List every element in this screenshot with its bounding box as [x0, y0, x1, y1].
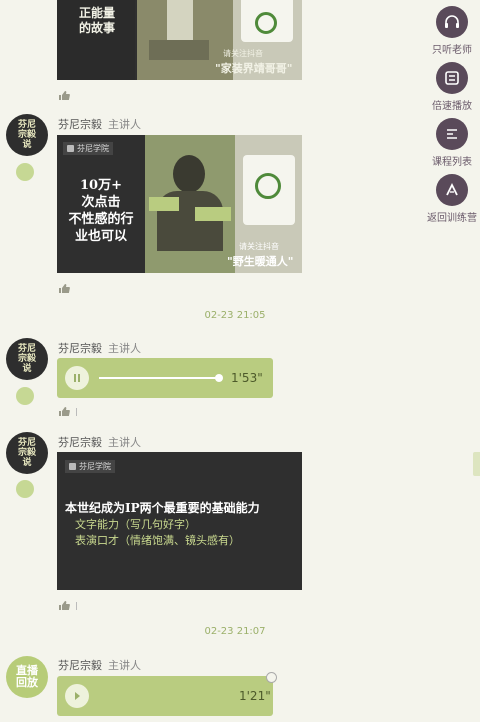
slide-line: 文字能力（写几句好字） [75, 518, 196, 531]
headphones-icon [445, 15, 459, 28]
audio-message[interactable]: 1'21" [57, 672, 277, 716]
audio-duration: 1'53" [231, 371, 263, 385]
like-divider [76, 407, 77, 416]
speed-icon [445, 71, 459, 85]
audio-progress-knob[interactable] [215, 374, 223, 382]
sender-name: 芬尼宗毅 [58, 118, 102, 131]
side-label: 只听老师 [432, 45, 472, 56]
audio-message[interactable]: 1'53" [57, 358, 273, 398]
avatar[interactable]: 芬尼 宗毅 说 [6, 338, 48, 380]
card-text-line: 不性感的行 [68, 212, 134, 227]
sender-name: 芬尼宗毅 [58, 342, 102, 355]
like-row[interactable] [58, 283, 70, 294]
avatar[interactable]: 芬尼 宗毅 说 [6, 114, 48, 156]
thumbs-up-icon[interactable] [58, 283, 70, 294]
account-name: 野生暖通人 [232, 255, 288, 268]
audio-duration: 1'21" [239, 689, 271, 703]
like-divider [76, 601, 77, 610]
back-to-camp-button[interactable]: 返回训练营 [424, 174, 480, 224]
sender-role: 主讲人 [108, 659, 141, 672]
card-logo: 芬尼学院 [77, 144, 109, 153]
role-dot [16, 163, 34, 181]
like-row[interactable] [58, 90, 70, 101]
follow-text: 请关注抖音 [223, 49, 263, 58]
side-label: 课程列表 [432, 157, 472, 168]
pause-button[interactable] [65, 366, 89, 390]
follow-text: 请关注抖音 [239, 242, 279, 251]
sender-role: 主讲人 [108, 436, 141, 449]
image-card[interactable]: 芬尼学院 10万+ 次点击 不性感的行 业也可以 请关注抖音 "野生暖通人" [57, 135, 302, 273]
course-list-button[interactable]: 课程列表 [424, 118, 480, 168]
like-row[interactable] [58, 600, 77, 611]
card-text-line: 的故事 [79, 21, 116, 35]
card-text-line: 10万+ [80, 178, 122, 193]
timestamp: 02-23 21:05 [204, 310, 266, 321]
timestamp: 02-23 21:07 [204, 626, 266, 637]
message-status-icon [266, 672, 277, 683]
side-label: 返回训练营 [427, 213, 477, 224]
avatar[interactable]: 芬尼 宗毅 说 [6, 432, 48, 474]
image-card[interactable]: 芬尼学院 本世纪成为IP两个最重要的基础能力 文字能力（写几句好字） 表演口才（… [57, 452, 302, 590]
back-icon [446, 182, 458, 196]
pause-icon [74, 374, 80, 382]
sender-name: 芬尼宗毅 [58, 659, 102, 672]
listen-teacher-button[interactable]: 只听老师 [424, 6, 480, 56]
role-dot [16, 480, 34, 498]
audio-progress-fill [99, 377, 219, 379]
account-name: 家装界靖哥哥 [220, 62, 287, 75]
card-text-line: 业也可以 [74, 229, 127, 244]
sender-name: 芬尼宗毅 [58, 436, 102, 449]
role-dot [16, 387, 34, 405]
card-logo: 芬尼学院 [79, 462, 111, 471]
slide-line: 表演口才（情绪饱满、镜头感有） [75, 534, 240, 547]
card-text-line: 次点击 [81, 195, 121, 210]
logo-icon [69, 463, 76, 470]
like-row[interactable] [58, 406, 77, 417]
thumbs-up-icon[interactable] [58, 90, 70, 101]
avatar[interactable]: 直播 回放 [6, 656, 48, 698]
speed-play-button[interactable]: 倍速播放 [424, 62, 480, 112]
thumbs-up-icon[interactable] [58, 600, 70, 611]
play-icon [75, 692, 80, 700]
thumbs-up-icon[interactable] [58, 406, 70, 417]
sender-role: 主讲人 [108, 118, 141, 131]
drawer-handle[interactable] [473, 452, 480, 476]
image-card[interactable]: 正能量 的故事 请关注抖音 "家装界靖哥哥" [57, 0, 302, 80]
audio-progress-track[interactable] [99, 374, 223, 382]
slide-headline: 本世纪成为IP两个最重要的基础能力 [65, 501, 260, 515]
play-button[interactable] [65, 684, 89, 708]
logo-icon [67, 145, 74, 152]
side-label: 倍速播放 [432, 101, 472, 112]
card-text-line: 正能量 [79, 6, 116, 20]
list-icon [447, 129, 457, 139]
sender-role: 主讲人 [108, 342, 141, 355]
